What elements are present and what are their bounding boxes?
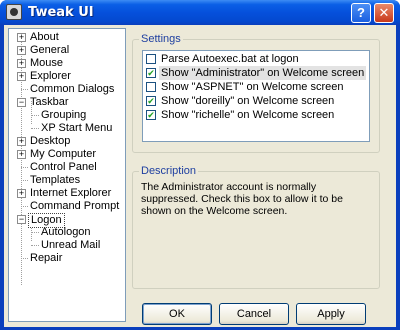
- settings-item-label: Show "Administrator" on Welcome screen: [159, 66, 367, 80]
- tree-item-my-computer[interactable]: + My Computer: [9, 148, 125, 161]
- description-group: Description The Administrator account is…: [132, 165, 380, 289]
- tree-item-label: Internet Explorer: [30, 187, 112, 199]
- checkbox-checked[interactable]: [146, 96, 156, 106]
- expand-icon[interactable]: +: [17, 150, 26, 159]
- tree-item-label: Taskbar: [30, 96, 69, 108]
- description-group-title: Description: [139, 165, 199, 177]
- tree-item-internet-explorer[interactable]: + Internet Explorer: [9, 187, 125, 200]
- description-text: The Administrator account is normally su…: [141, 181, 343, 217]
- tree-item-autologon[interactable]: Autologon: [9, 226, 125, 239]
- tree-item-about[interactable]: + About: [9, 31, 125, 44]
- expand-icon[interactable]: +: [17, 46, 26, 55]
- settings-item-label: Show "richelle" on Welcome screen: [161, 109, 335, 121]
- tree-item-label: Command Prompt: [30, 200, 120, 212]
- collapse-icon[interactable]: −: [17, 98, 26, 107]
- expand-icon[interactable]: +: [17, 72, 26, 81]
- tree-item-general[interactable]: + General: [9, 44, 125, 57]
- tree-item-label: General: [30, 44, 70, 56]
- tree-item-xp-start-menu[interactable]: XP Start Menu: [9, 122, 125, 135]
- tree-item-label: About: [30, 31, 59, 43]
- tree-item-label: Repair: [30, 252, 63, 264]
- expand-icon[interactable]: +: [17, 33, 26, 42]
- tree-item-taskbar[interactable]: − Taskbar: [9, 96, 125, 109]
- ok-button[interactable]: OK: [142, 303, 212, 325]
- settings-item-label: Show "doreilly" on Welcome screen: [161, 95, 335, 107]
- tree-item-grouping[interactable]: Grouping: [9, 109, 125, 122]
- settings-list[interactable]: Parse Autoexec.bat at logon Show "Admini…: [142, 50, 370, 142]
- tree-item-label: Desktop: [30, 135, 71, 147]
- checkbox-checked[interactable]: [146, 110, 156, 120]
- tree-item-label: My Computer: [30, 148, 97, 160]
- tree-item-label: Grouping: [41, 109, 87, 121]
- tree-item-control-panel[interactable]: Control Panel: [9, 161, 125, 174]
- expand-icon[interactable]: +: [17, 189, 26, 198]
- expand-icon[interactable]: +: [17, 59, 26, 68]
- category-tree[interactable]: + About + General + Mouse + Explorer Com…: [8, 28, 126, 322]
- cancel-button[interactable]: Cancel: [219, 303, 289, 325]
- tree-item-unread-mail[interactable]: Unread Mail: [9, 239, 125, 252]
- tree-item-templates[interactable]: Templates: [9, 174, 125, 187]
- tree-item-label: Unread Mail: [41, 239, 101, 251]
- checkbox[interactable]: [146, 82, 156, 92]
- settings-item-label: Parse Autoexec.bat at logon: [161, 53, 299, 65]
- close-button[interactable]: ✕: [374, 3, 394, 23]
- tree-item-command-prompt[interactable]: Command Prompt: [9, 200, 125, 213]
- expand-icon[interactable]: +: [17, 137, 26, 146]
- tree-item-label: Autologon: [41, 226, 91, 238]
- checkbox[interactable]: [146, 54, 156, 64]
- tree-item-label: Common Dialogs: [30, 83, 115, 95]
- settings-group-title: Settings: [139, 33, 183, 45]
- tree-item-desktop[interactable]: + Desktop: [9, 135, 125, 148]
- window-title: Tweak UI: [28, 5, 94, 20]
- title-bar[interactable]: Tweak UI ? ✕: [0, 0, 400, 25]
- apply-button[interactable]: Apply: [296, 303, 366, 325]
- tree-item-label: Mouse: [30, 57, 64, 69]
- collapse-icon[interactable]: −: [17, 215, 26, 224]
- tree-item-label: Control Panel: [30, 161, 97, 173]
- tweakui-app-icon: [6, 4, 22, 20]
- settings-group: Settings Parse Autoexec.bat at logon Sho…: [132, 33, 380, 153]
- tree-item-mouse[interactable]: + Mouse: [9, 57, 125, 70]
- dialog-body: + About + General + Mouse + Explorer Com…: [4, 25, 396, 327]
- help-button[interactable]: ?: [351, 3, 371, 23]
- tree-item-repair[interactable]: Repair: [9, 252, 125, 265]
- settings-item-label: Show "ASPNET" on Welcome screen: [161, 81, 344, 93]
- tree-item-common-dialogs[interactable]: Common Dialogs: [9, 83, 125, 96]
- checkbox-checked[interactable]: [146, 68, 156, 78]
- tree-item-explorer[interactable]: + Explorer: [9, 70, 125, 83]
- tweakui-window: Tweak UI ? ✕ + About + General + Mouse +…: [0, 0, 400, 330]
- tree-item-label: XP Start Menu: [41, 122, 113, 134]
- tree-item-label: Templates: [30, 174, 81, 186]
- tree-item-logon[interactable]: − Logon: [9, 213, 125, 228]
- tree-item-label: Explorer: [30, 70, 71, 82]
